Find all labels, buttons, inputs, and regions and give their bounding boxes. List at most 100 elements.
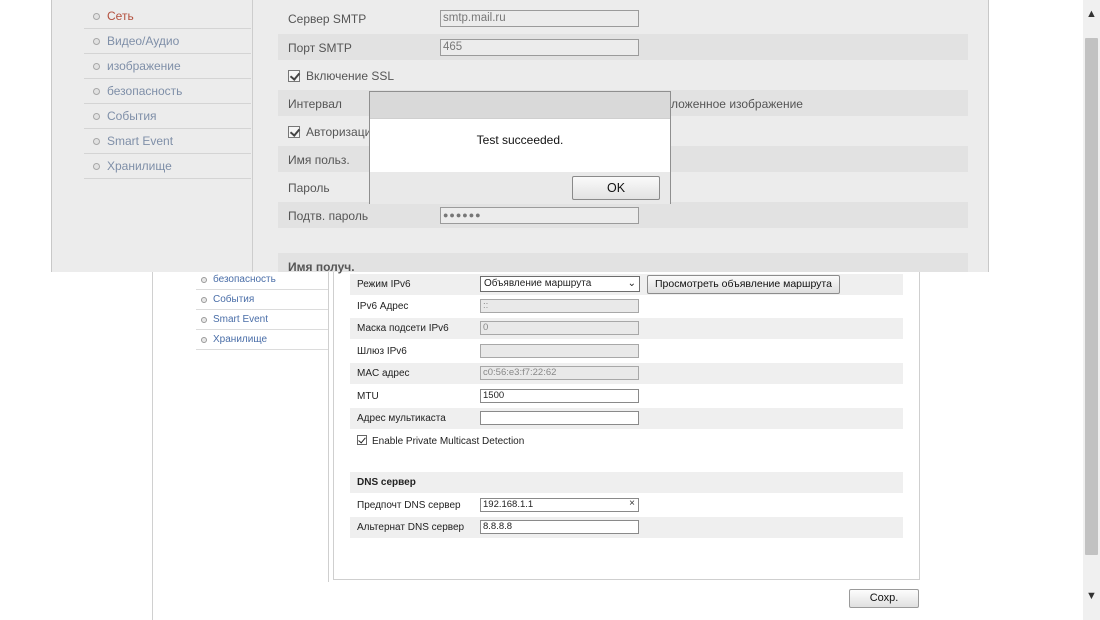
dns-alternate-label: Альтернат DNS сервер xyxy=(357,522,465,533)
ssl-text: Включение SSL xyxy=(306,69,395,83)
mac-address-field: c0:56:e3:f7:22:62 xyxy=(480,366,639,380)
bullet-icon xyxy=(93,12,100,20)
sidebar-item-smart-event[interactable]: Smart Event xyxy=(196,310,328,330)
bullet-icon xyxy=(201,276,207,283)
ipv6-gateway-row: Шлюз IPv6 xyxy=(350,341,903,362)
checkbox-checked-icon[interactable] xyxy=(288,126,300,138)
ipv6-address-field: :: xyxy=(480,299,639,313)
ssl-row: Включение SSL xyxy=(278,62,968,88)
top-sidebar-divider xyxy=(252,0,253,272)
sidebar-item-label: Сеть xyxy=(107,9,134,23)
scroll-up-icon[interactable]: ▲ xyxy=(1086,8,1097,20)
bullet-icon xyxy=(93,87,100,95)
sidebar-divider xyxy=(328,270,329,582)
dialog-message: Test succeeded. xyxy=(476,133,564,147)
smtp-port-input[interactable]: 465 xyxy=(440,39,639,56)
bullet-icon xyxy=(201,316,207,323)
ipv6-gateway-label: Шлюз IPv6 xyxy=(357,346,407,357)
mtu-row: MTU 1500 xyxy=(350,386,903,407)
dns-alternate-input[interactable]: 8.8.8.8 xyxy=(480,520,639,534)
sidebar-item-network[interactable]: Сеть xyxy=(84,4,251,29)
dns-section-header: DNS сервер xyxy=(350,472,903,493)
bullet-icon xyxy=(201,296,207,303)
recipient-label: Имя получ. xyxy=(288,260,355,274)
scrollbar-thumb[interactable] xyxy=(1085,38,1098,555)
sidebar-item-storage[interactable]: Хранилище xyxy=(196,330,328,350)
auth-checkbox-label[interactable]: Авторизаци xyxy=(288,125,371,139)
bullet-icon xyxy=(93,112,100,120)
view-route-advertisement-button[interactable]: Просмотреть объявление маршрута xyxy=(647,275,840,294)
dns-preferred-row: Предпочт DNS сервер 192.168.1.1 × xyxy=(350,495,903,516)
recipient-section-header: Имя получ. xyxy=(278,253,968,274)
sidebar-item-label: Хранилище xyxy=(213,334,267,345)
test-result-dialog: Test succeeded. OK xyxy=(369,91,671,204)
multicast-detection-text: Enable Private Multicast Detection xyxy=(372,436,525,447)
ipv6-address-row: IPv6 Адрес :: xyxy=(350,296,903,317)
ipv6-address-label: IPv6 Адрес xyxy=(357,301,409,312)
sidebar-item-security[interactable]: безопасность xyxy=(84,79,251,104)
dns-preferred-input[interactable]: 192.168.1.1 × xyxy=(480,498,639,512)
mtu-label: MTU xyxy=(357,391,379,402)
auth-text: Авторизаци xyxy=(306,125,372,139)
ssl-checkbox-label[interactable]: Включение SSL xyxy=(288,69,394,83)
smtp-server-input[interactable]: smtp.mail.ru xyxy=(440,10,639,27)
ipv6-mask-field: 0 xyxy=(480,321,639,335)
ipv6-gateway-field xyxy=(480,344,639,358)
mac-address-label: MAC адрес xyxy=(357,368,410,379)
sidebar-item-image[interactable]: изображение xyxy=(84,54,251,79)
sidebar-item-label: Видео/Аудио xyxy=(107,34,180,48)
smtp-server-row: Сервер SMTP smtp.mail.ru xyxy=(278,5,968,31)
sidebar-item-smart-event[interactable]: Smart Event xyxy=(84,129,251,154)
bullet-icon xyxy=(93,62,100,70)
ipv6-mask-row: Маска подсети IPv6 0 xyxy=(350,318,903,339)
multicast-input[interactable] xyxy=(480,411,639,425)
interval-label: Интервал xyxy=(288,97,342,111)
multicast-detection-checkbox-label[interactable]: Enable Private Multicast Detection xyxy=(357,435,524,447)
sidebar-item-label: Smart Event xyxy=(213,314,269,325)
username-label: Имя польз. xyxy=(288,153,350,167)
dns-alternate-row: Альтернат DNS сервер 8.8.8.8 xyxy=(350,517,903,538)
dns-preferred-value: 192.168.1.1 xyxy=(483,499,534,510)
multicast-label: Адрес мультикаста xyxy=(357,413,446,424)
attached-image-label: ложенное изображение xyxy=(671,97,803,111)
password-confirm-input[interactable]: ●●●●●● xyxy=(440,207,639,224)
bullet-icon xyxy=(93,137,100,145)
bullet-icon xyxy=(201,336,207,343)
sidebar-item-events[interactable]: События xyxy=(196,290,328,310)
ipv6-mode-select[interactable]: Объявление маршрута ⌄ xyxy=(480,276,640,292)
bullet-icon xyxy=(93,37,100,45)
save-button[interactable]: Сохр. xyxy=(849,589,919,608)
password-label: Пароль xyxy=(288,181,330,195)
scroll-down-icon[interactable]: ▼ xyxy=(1086,590,1097,602)
smtp-server-label: Сервер SMTP xyxy=(288,12,367,26)
clear-icon[interactable]: × xyxy=(629,498,635,510)
checkbox-checked-icon[interactable] xyxy=(357,435,367,445)
dns-header-label: DNS сервер xyxy=(357,477,416,488)
ipv6-mode-value: Объявление маршрута xyxy=(484,278,592,289)
sidebar-item-label: Хранилище xyxy=(107,159,172,173)
ipv6-mask-label: Маска подсети IPv6 xyxy=(357,323,449,334)
bottom-sidebar: безопасность События Smart Event Хранили… xyxy=(196,270,328,350)
ipv6-mode-row: Режим IPv6 Объявление маршрута ⌄ Просмот… xyxy=(350,274,903,295)
sidebar-item-label: Smart Event xyxy=(107,134,174,148)
password-confirm-label: Подтв. пароль xyxy=(288,209,369,223)
password-confirm-row: Подтв. пароль ●●●●●● xyxy=(278,202,968,228)
sidebar-item-events[interactable]: События xyxy=(84,104,251,129)
dialog-header xyxy=(370,92,670,119)
bullet-icon xyxy=(93,162,100,170)
ok-button[interactable]: OK xyxy=(572,176,660,200)
sidebar-item-label: изображение xyxy=(107,59,181,73)
multicast-row: Адрес мультикаста xyxy=(350,408,903,429)
vertical-scrollbar[interactable]: ▲ ▼ xyxy=(1083,0,1100,620)
sidebar-item-storage[interactable]: Хранилище xyxy=(84,154,251,179)
sidebar-item-label: безопасность xyxy=(107,84,183,98)
smtp-port-row: Порт SMTP 465 xyxy=(278,34,968,60)
smtp-port-label: Порт SMTP xyxy=(288,41,352,55)
sidebar-item-video-audio[interactable]: Видео/Аудио xyxy=(84,29,251,54)
chevron-down-icon: ⌄ xyxy=(627,278,636,289)
checkbox-checked-icon[interactable] xyxy=(288,70,300,82)
multicast-detection-row: Enable Private Multicast Detection xyxy=(350,431,903,452)
mtu-input[interactable]: 1500 xyxy=(480,389,639,403)
sidebar-item-label: События xyxy=(213,294,255,305)
mac-address-row: MAC адрес c0:56:e3:f7:22:62 xyxy=(350,363,903,384)
